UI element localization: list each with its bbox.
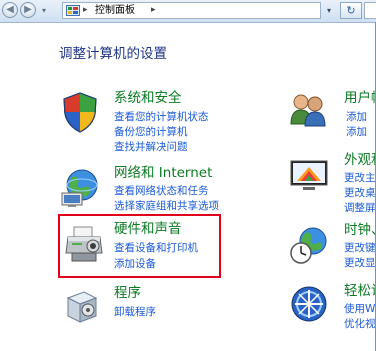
users-icon	[290, 94, 326, 127]
control-panel-icon	[66, 5, 80, 16]
change-display-language-link[interactable]: 更改显	[344, 257, 376, 270]
forward-button[interactable]: ▶	[20, 2, 36, 18]
add-user-link[interactable]: 添加	[346, 111, 367, 124]
arrow-right-icon: ▶	[24, 4, 32, 15]
breadcrumb-separator[interactable]: ▸	[83, 4, 88, 17]
programs-heading[interactable]: 程序	[114, 285, 141, 301]
recent-pages-dropdown[interactable]: ▾	[38, 5, 50, 17]
network-and-internet-heading[interactable]: 网络和 Internet	[114, 165, 212, 181]
address-bar[interactable]: ▸ 控制面板 ▸	[62, 2, 321, 19]
clock-heading[interactable]: 时钟、	[344, 222, 376, 238]
address-dropdown-button[interactable]: ▾	[322, 3, 336, 18]
breadcrumb-separator[interactable]: ▸	[151, 4, 156, 17]
refresh-button[interactable]: ↻	[340, 2, 362, 19]
refresh-icon: ↻	[346, 4, 356, 17]
search-input[interactable]	[364, 2, 376, 19]
shield-icon	[63, 92, 97, 133]
page-title: 调整计算机的设置	[59, 46, 167, 62]
troubleshoot-link[interactable]: 查找并解决问题	[114, 141, 188, 154]
use-windows-suggestions-link[interactable]: 使用W	[344, 303, 375, 316]
display-icon	[290, 160, 328, 190]
uninstall-program-link[interactable]: 卸载程序	[114, 306, 156, 319]
back-button[interactable]: ◀	[2, 2, 18, 18]
appearance-heading[interactable]: 外观和	[344, 152, 376, 168]
homegroup-sharing-link[interactable]: 选择家庭组和共享选项	[114, 200, 219, 213]
view-network-status-link[interactable]: 查看网络状态和任务	[114, 185, 209, 198]
navigation-bar: ◀ ▶ ▾ ▸ 控制面板 ▸ ▾ ↻	[0, 0, 376, 23]
user-accounts-heading[interactable]: 用户帐	[344, 90, 376, 106]
highlight-box	[58, 214, 221, 278]
ease-of-access-heading[interactable]: 轻松访	[344, 283, 376, 299]
change-keyboard-link[interactable]: 更改键	[344, 242, 376, 255]
ease-of-access-icon	[291, 286, 327, 322]
backup-computer-link[interactable]: 备份您的计算机	[114, 126, 188, 139]
add-user-link-2[interactable]: 添加	[346, 126, 367, 139]
arrow-left-icon: ◀	[6, 4, 14, 15]
programs-icon	[66, 291, 98, 323]
breadcrumb-control-panel[interactable]: 控制面板	[95, 4, 135, 18]
optimize-visual-link[interactable]: 优化视	[344, 318, 376, 331]
change-desktop-link[interactable]: 更改桌	[344, 187, 376, 200]
adjust-resolution-link[interactable]: 调整屏	[344, 202, 376, 215]
view-computer-status-link[interactable]: 查看您的计算机状态	[114, 111, 209, 124]
change-theme-link[interactable]: 更改主	[344, 172, 376, 185]
globe-network-icon	[61, 169, 98, 207]
system-and-security-heading[interactable]: 系统和安全	[114, 90, 182, 106]
clock-globe-icon	[290, 227, 327, 264]
